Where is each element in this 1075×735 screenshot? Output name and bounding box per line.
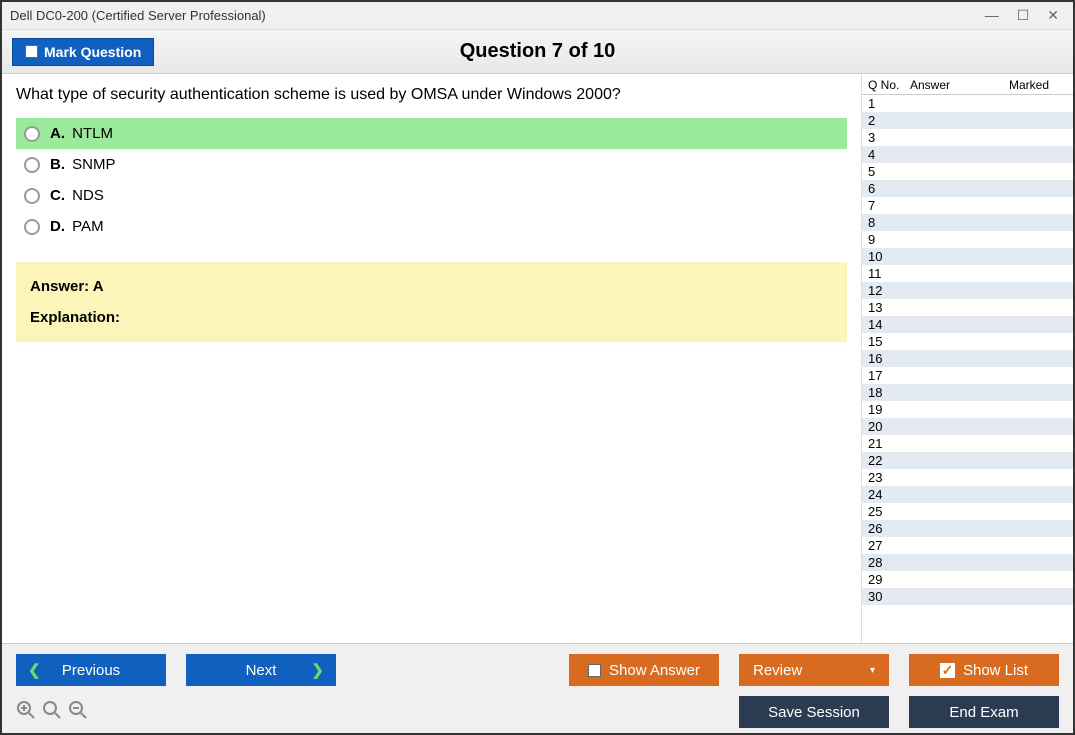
checkbox-checked-icon: ✓ — [940, 663, 955, 678]
option-a[interactable]: A. NTLM — [16, 118, 847, 149]
option-b[interactable]: B. SNMP — [16, 149, 847, 180]
question-row[interactable]: 8 — [862, 214, 1073, 231]
previous-label: Previous — [62, 662, 120, 679]
app-window: Dell DC0-200 (Certified Server Professio… — [0, 0, 1075, 735]
question-row[interactable]: 15 — [862, 333, 1073, 350]
next-button[interactable]: Next ❯ — [186, 654, 336, 686]
radio-icon — [24, 188, 40, 204]
end-exam-label: End Exam — [949, 704, 1018, 721]
end-exam-button[interactable]: End Exam — [909, 696, 1059, 728]
question-row[interactable]: 7 — [862, 197, 1073, 214]
show-answer-label: Show Answer — [609, 662, 700, 679]
answer-box: Answer: A Explanation: — [16, 262, 847, 342]
maximize-icon[interactable]: ☐ — [1017, 7, 1030, 24]
window-controls: — ☐ ✕ — [985, 7, 1065, 24]
chevron-left-icon: ❮ — [28, 661, 41, 679]
chevron-down-icon: ▾ — [870, 665, 875, 676]
question-row[interactable]: 22 — [862, 452, 1073, 469]
radio-icon — [24, 157, 40, 173]
footer-row-2: Save Session End Exam — [16, 696, 1059, 728]
question-row[interactable]: 1 — [862, 95, 1073, 112]
titlebar: Dell DC0-200 (Certified Server Professio… — [2, 2, 1073, 30]
question-row[interactable]: 20 — [862, 418, 1073, 435]
question-row[interactable]: 18 — [862, 384, 1073, 401]
question-list-pane: Q No. Answer Marked 12345678910111213141… — [861, 74, 1073, 643]
question-row[interactable]: 30 — [862, 588, 1073, 605]
next-label: Next — [246, 662, 277, 679]
options-list: A. NTLMB. SNMPC. NDSD. PAM — [16, 118, 847, 242]
question-row[interactable]: 17 — [862, 367, 1073, 384]
question-pane: What type of security authentication sch… — [2, 74, 861, 643]
review-label: Review — [753, 662, 802, 679]
header-bar: Mark Question Question 7 of 10 — [2, 30, 1073, 74]
col-qno: Q No. — [868, 78, 910, 92]
close-icon[interactable]: ✕ — [1047, 7, 1059, 24]
question-row[interactable]: 4 — [862, 146, 1073, 163]
window-title: Dell DC0-200 (Certified Server Professio… — [10, 8, 266, 23]
question-row[interactable]: 10 — [862, 248, 1073, 265]
question-row[interactable]: 25 — [862, 503, 1073, 520]
question-row[interactable]: 24 — [862, 486, 1073, 503]
question-row[interactable]: 21 — [862, 435, 1073, 452]
show-list-button[interactable]: ✓ Show List — [909, 654, 1059, 686]
question-row[interactable]: 12 — [862, 282, 1073, 299]
radio-icon — [24, 219, 40, 235]
question-row[interactable]: 23 — [862, 469, 1073, 486]
question-row[interactable]: 2 — [862, 112, 1073, 129]
show-answer-button[interactable]: Show Answer — [569, 654, 719, 686]
question-counter: Question 7 of 10 — [460, 40, 616, 63]
show-list-label: Show List — [963, 662, 1028, 679]
question-row[interactable]: 6 — [862, 180, 1073, 197]
question-row[interactable]: 19 — [862, 401, 1073, 418]
question-row[interactable]: 26 — [862, 520, 1073, 537]
question-text: What type of security authentication sch… — [16, 86, 847, 104]
question-row[interactable]: 27 — [862, 537, 1073, 554]
zoom-reset-icon[interactable] — [42, 700, 62, 725]
review-button[interactable]: Review ▾ — [739, 654, 889, 686]
question-row[interactable]: 3 — [862, 129, 1073, 146]
footer: ❮ Previous Next ❯ Show Answer Review ▾ ✓… — [2, 643, 1073, 733]
mark-question-label: Mark Question — [44, 44, 141, 60]
save-session-button[interactable]: Save Session — [739, 696, 889, 728]
answer-label: Answer: A — [30, 278, 104, 295]
question-row[interactable]: 5 — [862, 163, 1073, 180]
checkbox-icon — [588, 664, 601, 677]
zoom-out-icon[interactable] — [68, 700, 88, 725]
question-row[interactable]: 28 — [862, 554, 1073, 571]
radio-icon — [24, 126, 40, 142]
col-marked: Marked — [980, 78, 1067, 92]
save-session-label: Save Session — [768, 704, 860, 721]
footer-row-1: ❮ Previous Next ❯ Show Answer Review ▾ ✓… — [16, 654, 1059, 686]
zoom-in-icon[interactable] — [16, 700, 36, 725]
chevron-right-icon: ❯ — [311, 661, 324, 679]
body-area: What type of security authentication sch… — [2, 74, 1073, 643]
question-row[interactable]: 11 — [862, 265, 1073, 282]
question-row[interactable]: 9 — [862, 231, 1073, 248]
zoom-controls — [16, 700, 88, 725]
option-c[interactable]: C. NDS — [16, 180, 847, 211]
question-row[interactable]: 16 — [862, 350, 1073, 367]
option-d[interactable]: D. PAM — [16, 211, 847, 242]
question-row[interactable]: 14 — [862, 316, 1073, 333]
question-list-body[interactable]: 1234567891011121314151617181920212223242… — [862, 95, 1073, 643]
question-row[interactable]: 13 — [862, 299, 1073, 316]
question-row[interactable]: 29 — [862, 571, 1073, 588]
explanation-label: Explanation: — [30, 309, 833, 326]
col-answer: Answer — [910, 78, 980, 92]
minimize-icon[interactable]: — — [985, 7, 999, 24]
question-list-header: Q No. Answer Marked — [862, 74, 1073, 95]
previous-button[interactable]: ❮ Previous — [16, 654, 166, 686]
checkbox-icon — [25, 45, 38, 58]
mark-question-button[interactable]: Mark Question — [12, 38, 154, 66]
